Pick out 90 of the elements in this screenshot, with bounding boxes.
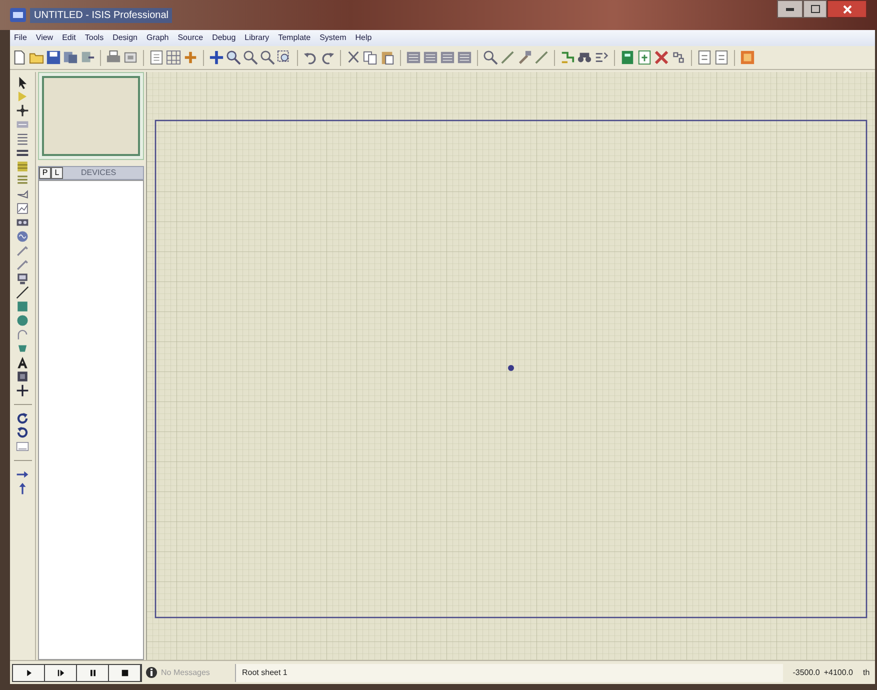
- line-icon[interactable]: [16, 286, 29, 299]
- stop-button[interactable]: [109, 664, 141, 680]
- maximize-icon: [810, 5, 820, 13]
- grid-icon[interactable]: [166, 50, 181, 65]
- maximize-button[interactable]: [803, 0, 827, 18]
- magnifier-icon[interactable]: [483, 50, 498, 65]
- menu-item[interactable]: Library: [244, 32, 270, 44]
- minimize-icon: [786, 8, 794, 10]
- close-button[interactable]: [827, 0, 867, 18]
- terminal-icon[interactable]: [16, 174, 29, 187]
- autoroute-icon[interactable]: [560, 50, 575, 65]
- menu-item[interactable]: Tools: [84, 32, 104, 44]
- symbol-icon[interactable]: [16, 370, 29, 383]
- import-icon[interactable]: [63, 50, 78, 65]
- paste-icon[interactable]: [380, 50, 395, 65]
- text-lines-icon[interactable]: [16, 132, 29, 145]
- pause-icon: [88, 668, 98, 678]
- netlist-icon[interactable]: [671, 50, 686, 65]
- undo-icon[interactable]: [303, 50, 318, 65]
- x-coordinate: -3500.0: [792, 666, 820, 678]
- filled-sheet-icon[interactable]: [620, 50, 635, 65]
- redo-icon[interactable]: [320, 50, 335, 65]
- step-icon: [56, 668, 66, 678]
- stop-icon: [120, 668, 130, 678]
- menu-item[interactable]: Design: [112, 32, 138, 44]
- origin-marker: [508, 365, 514, 371]
- block-icon[interactable]: [440, 50, 455, 65]
- save-icon[interactable]: [46, 50, 61, 65]
- close-icon: [842, 4, 852, 14]
- play-button[interactable]: [13, 664, 45, 680]
- print-area-icon[interactable]: [123, 50, 138, 65]
- panel-title: DEVICES: [81, 167, 116, 179]
- sheet-plus-icon[interactable]: [637, 50, 652, 65]
- graph-icon[interactable]: [16, 202, 29, 215]
- rotate-ccw-icon[interactable]: [16, 426, 29, 439]
- binoculars-icon[interactable]: [577, 50, 592, 65]
- app-icon: [10, 8, 26, 22]
- menu-item[interactable]: Source: [178, 32, 204, 44]
- menu-item[interactable]: File: [14, 32, 27, 44]
- block-icon[interactable]: [457, 50, 472, 65]
- marker-icon[interactable]: [16, 384, 29, 397]
- menu-item[interactable]: System: [320, 32, 346, 44]
- block-icon[interactable]: [423, 50, 438, 65]
- copy-icon[interactable]: [363, 50, 378, 65]
- text-icon[interactable]: [16, 356, 29, 369]
- report-icon[interactable]: [697, 50, 712, 65]
- message-status: No Messages: [161, 666, 211, 678]
- info-icon: [146, 667, 157, 678]
- junction-icon[interactable]: [16, 104, 29, 117]
- instrument-icon[interactable]: [16, 272, 29, 285]
- zoom-in-icon[interactable]: [226, 50, 241, 65]
- unit-label: th: [863, 666, 871, 678]
- origin-icon[interactable]: [183, 50, 198, 65]
- assign-icon[interactable]: [594, 50, 609, 65]
- export-icon[interactable]: [80, 50, 95, 65]
- scissors-icon[interactable]: [346, 50, 361, 65]
- minimize-button[interactable]: [777, 0, 803, 18]
- pick-tab[interactable]: P: [39, 167, 51, 179]
- crosshair-icon[interactable]: [209, 50, 224, 65]
- sheet-icon[interactable]: [149, 50, 164, 65]
- window-title: UNTITLED - ISIS Professional: [30, 8, 172, 22]
- menu-item[interactable]: Help: [355, 32, 372, 44]
- arc-icon[interactable]: [16, 328, 29, 341]
- magnifier-icon[interactable]: [243, 50, 258, 65]
- pin-icon[interactable]: [16, 188, 29, 201]
- step-button[interactable]: [45, 664, 77, 680]
- circle-icon[interactable]: [16, 314, 29, 327]
- report-icon[interactable]: [714, 50, 729, 65]
- sheet-status: Root sheet 1: [235, 664, 783, 682]
- menu-item[interactable]: View: [36, 32, 54, 44]
- printer-icon[interactable]: [106, 50, 121, 65]
- new-file-icon[interactable]: [12, 50, 27, 65]
- y-coordinate: +4100.0: [824, 666, 853, 678]
- magnifier-icon[interactable]: [260, 50, 275, 65]
- pause-button[interactable]: [77, 664, 109, 680]
- cross-mark-icon[interactable]: [654, 50, 669, 65]
- subcircuit-icon[interactable]: [16, 160, 29, 173]
- angle-field-icon[interactable]: [16, 440, 29, 453]
- library-tab[interactable]: L: [51, 167, 63, 179]
- generator-icon[interactable]: [16, 230, 29, 243]
- board-icon[interactable]: [740, 50, 755, 65]
- menu-item[interactable]: Graph: [146, 32, 169, 44]
- menu-item[interactable]: Edit: [62, 32, 76, 44]
- rotate-cw-icon[interactable]: [16, 412, 29, 425]
- hammer-icon[interactable]: [517, 50, 532, 65]
- menu-item[interactable]: Template: [278, 32, 311, 44]
- block-icon[interactable]: [406, 50, 421, 65]
- probe-icon[interactable]: [16, 258, 29, 271]
- menu-item[interactable]: Debug: [212, 32, 236, 44]
- probe-icon[interactable]: [16, 244, 29, 257]
